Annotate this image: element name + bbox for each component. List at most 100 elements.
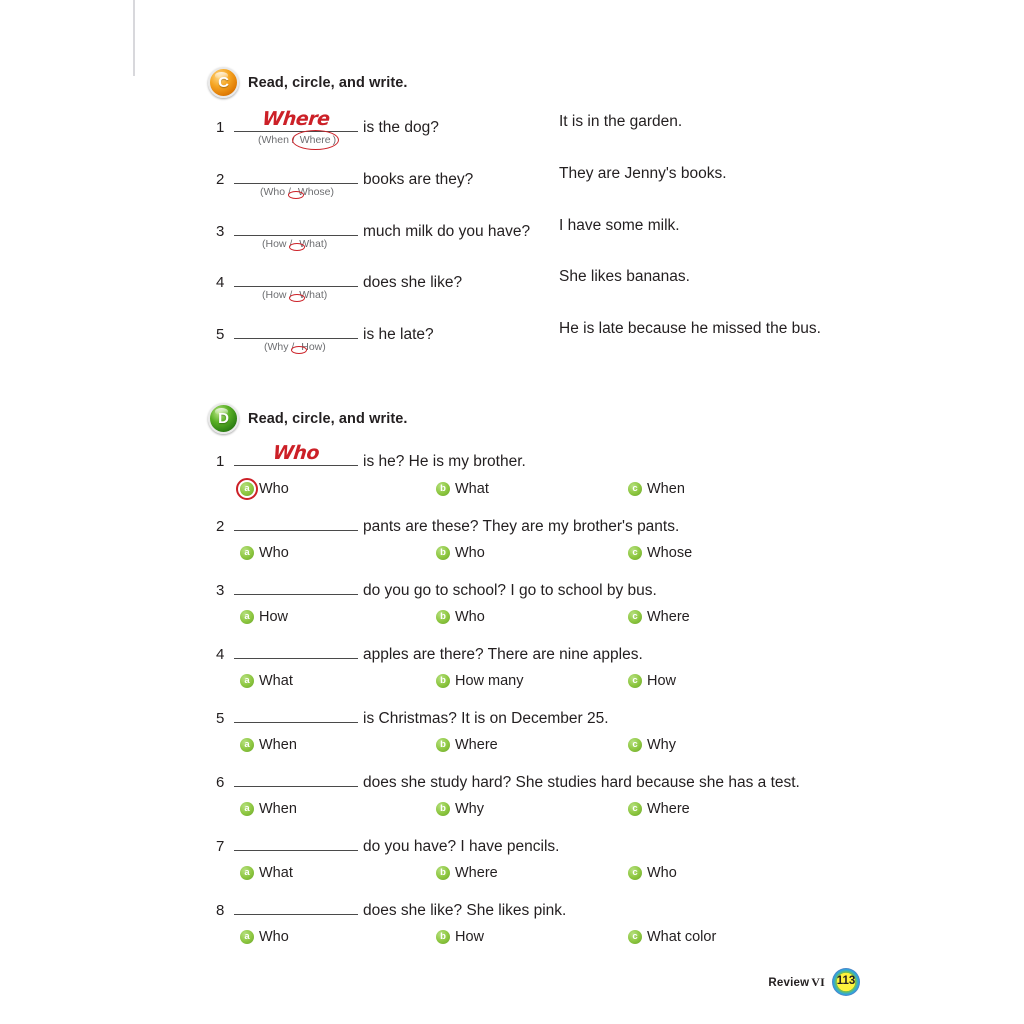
option-label: Where: [455, 865, 498, 881]
option-label: Who: [647, 865, 677, 881]
option-b[interactable]: b Where: [436, 865, 498, 881]
answer-blank[interactable]: [234, 894, 358, 915]
option-label: What color: [647, 929, 717, 945]
question-number: 5: [216, 326, 225, 343]
choice-hint[interactable]: (How / What): [262, 289, 327, 302]
choice-hint[interactable]: (Why / How): [264, 341, 326, 354]
option-c[interactable]: c Who: [628, 865, 677, 881]
page-footer: Review VI 113: [768, 968, 860, 996]
page-edge-rule: [133, 0, 135, 76]
question-number: 2: [216, 518, 225, 535]
option-b[interactable]: b How: [436, 929, 484, 945]
choice-hint[interactable]: (When / Where): [258, 130, 339, 150]
answer-blank[interactable]: [234, 215, 358, 236]
question-row: 7 do you have? I have pencils.: [216, 830, 559, 856]
question-text: is he late?: [363, 326, 434, 343]
option-label: Who: [455, 609, 485, 625]
answer-blank[interactable]: [234, 766, 358, 787]
option-bullet-icon: b: [436, 930, 450, 944]
option-label: How: [647, 673, 677, 689]
answer-blank[interactable]: [234, 163, 358, 184]
question-number: 5: [216, 710, 225, 727]
option-row: a What b Where c Who: [0, 865, 1024, 885]
option-c[interactable]: c How: [628, 673, 676, 689]
option-label: Who: [259, 481, 289, 497]
answer-blank[interactable]: [234, 318, 358, 339]
question-text: do you go to school? I go to school by b…: [363, 582, 657, 599]
page-number-badge: 113: [832, 968, 860, 996]
option-bullet-icon: b: [436, 610, 450, 624]
option-label: Where: [455, 737, 498, 753]
option-label: Why: [455, 801, 484, 817]
option-c[interactable]: c What color: [628, 929, 716, 945]
footer-section-label: Review VI: [768, 975, 825, 990]
option-b[interactable]: b Why: [436, 801, 484, 817]
answer-blank[interactable]: [234, 702, 358, 723]
option-a[interactable]: a When: [240, 737, 297, 753]
question-row: 4 apples are there? There are nine apple…: [216, 638, 643, 664]
option-label: What: [259, 673, 293, 689]
option-label: Why: [647, 737, 676, 753]
handwritten-answer: Who: [271, 442, 321, 464]
question-text: pants are these? They are my brother's p…: [363, 518, 680, 535]
answer-blank[interactable]: [234, 266, 358, 287]
question-row: 4 does she like?: [216, 266, 462, 292]
option-b[interactable]: b Where: [436, 737, 498, 753]
answer-blank[interactable]: [234, 574, 358, 595]
option-c[interactable]: c Whose: [628, 545, 692, 561]
option-bullet-icon: a: [236, 478, 258, 500]
choice-hint-open: (How /: [262, 289, 296, 301]
section-d-title: Read, circle, and write.: [248, 410, 408, 427]
question-text: do you have? I have pencils.: [363, 838, 560, 855]
section-c-heading: C Read, circle, and write.: [208, 67, 408, 98]
option-c[interactable]: c Why: [628, 737, 676, 753]
option-bullet-icon: a: [240, 802, 254, 816]
handwritten-answer: Where: [261, 108, 331, 130]
option-b[interactable]: b Who: [436, 609, 485, 625]
option-bullet-icon: c: [628, 866, 642, 880]
option-c[interactable]: c Where: [628, 609, 690, 625]
option-label: When: [259, 737, 297, 753]
option-a[interactable]: a What: [240, 673, 293, 689]
option-label: How many: [455, 673, 524, 689]
option-label: When: [259, 801, 297, 817]
answer-blank[interactable]: [234, 510, 358, 531]
option-label: How: [259, 609, 289, 625]
section-d-badge-letter: D: [218, 410, 229, 427]
option-b[interactable]: b How many: [436, 673, 524, 689]
question-number: 1: [216, 453, 225, 470]
answer-blank[interactable]: Where: [234, 108, 358, 132]
option-bullet-icon: a: [240, 610, 254, 624]
option-a[interactable]: a How: [240, 609, 288, 625]
answer-blank[interactable]: [234, 638, 358, 659]
answer-blank[interactable]: [234, 830, 358, 851]
option-a[interactable]: a Who: [240, 929, 289, 945]
question-row: 6 does she study hard? She studies hard …: [216, 766, 800, 792]
question-number: 3: [216, 582, 225, 599]
question-text: does she like?: [363, 274, 463, 291]
option-b[interactable]: b Who: [436, 545, 485, 561]
option-b[interactable]: b What: [436, 481, 489, 497]
option-bullet-icon: b: [436, 866, 450, 880]
question-number: 2: [216, 171, 225, 188]
section-c-badge-letter: C: [218, 74, 229, 91]
question-number: 6: [216, 774, 225, 791]
option-bullet-icon: c: [628, 546, 642, 560]
option-bullet-icon: c: [628, 930, 642, 944]
choice-hint[interactable]: (Who / Whose): [260, 186, 334, 199]
option-row: a When b Where c Why: [0, 737, 1024, 757]
option-bullet-icon: c: [628, 610, 642, 624]
option-a[interactable]: a When: [240, 801, 297, 817]
option-c[interactable]: c Where: [628, 801, 690, 817]
option-c[interactable]: c When: [628, 481, 685, 497]
choice-hint[interactable]: (How / What): [262, 238, 327, 251]
option-a[interactable]: a What: [240, 865, 293, 881]
section-c-title: Read, circle, and write.: [248, 74, 408, 91]
option-a[interactable]: a Who: [236, 478, 289, 500]
option-label: How: [455, 929, 485, 945]
choice-hint-close: How): [301, 341, 326, 353]
option-a[interactable]: a Who: [240, 545, 289, 561]
choice-hint-close: ): [332, 134, 337, 146]
choice-hint-open: (When /: [258, 134, 298, 146]
answer-blank[interactable]: Who: [234, 442, 358, 466]
